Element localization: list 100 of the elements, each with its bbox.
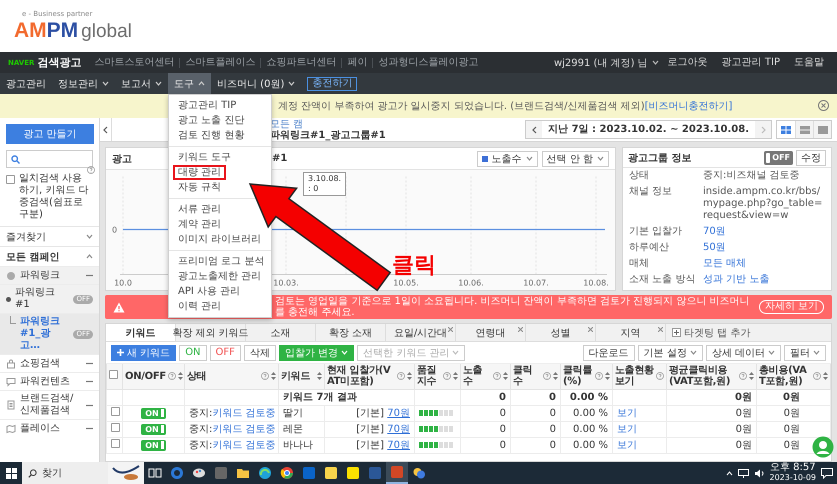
bid-link[interactable]: 70원 <box>387 408 410 419</box>
close-icon[interactable] <box>818 100 829 111</box>
toolbar-button[interactable]: 기본 설정 <box>638 344 703 360</box>
browser-icon[interactable] <box>258 466 272 480</box>
new-keyword-button[interactable]: 새 키워드 <box>111 344 176 360</box>
close-icon[interactable] <box>588 327 593 332</box>
charge-button[interactable]: 충전하기 <box>307 76 358 90</box>
chevron-right-icon <box>760 126 766 134</box>
toggle-switch[interactable]: OFF <box>764 150 793 164</box>
status-link[interactable]: 키워드 검토중 <box>212 408 276 419</box>
nav-menu[interactable]: 보고서 <box>115 73 168 94</box>
bid-link[interactable]: 70원 <box>387 440 410 451</box>
minus-icon[interactable] <box>86 360 93 367</box>
windows-logo-icon[interactable] <box>6 468 16 478</box>
account-name[interactable]: wj2991 (내 계정) 님 <box>554 56 648 70</box>
menu-item[interactable]: 계약 관리 <box>173 217 226 232</box>
menu-item[interactable]: 대량 관리 <box>173 165 226 180</box>
favorites-header[interactable]: 즐겨찾기 <box>0 226 99 246</box>
nav-menu[interactable]: 도구 <box>168 73 211 94</box>
menu-item[interactable]: 서류 관리 <box>173 202 226 217</box>
breadcrumb-link[interactable]: 모든 캠 <box>270 118 386 130</box>
browser-icon[interactable] <box>280 466 294 480</box>
campaign-type-item[interactable]: 쇼핑검색 <box>0 354 99 372</box>
campaign-type-item[interactable]: 플레이스 <box>0 419 99 437</box>
view-toggle[interactable] <box>795 121 813 138</box>
task-view-icon[interactable] <box>148 466 162 480</box>
toolbar-button[interactable]: 다운로드 <box>582 344 635 360</box>
account-link[interactable]: 로그아웃 <box>662 58 713 68</box>
speaker-icon[interactable] <box>754 468 764 478</box>
close-icon[interactable] <box>658 327 663 332</box>
field-link[interactable]: 70원 <box>703 226 825 238</box>
nav-menu[interactable]: 광고관리 <box>0 73 52 94</box>
summary-label: 키워드 7개 결과 <box>283 392 357 403</box>
close-icon[interactable] <box>448 327 453 332</box>
account-link[interactable]: 도움말 <box>789 58 829 68</box>
metric-select[interactable]: 노출수 <box>476 150 538 166</box>
menu-item[interactable]: 광고노출제한 관리 <box>173 269 266 284</box>
campaign-type-item[interactable]: 파워링크 <box>0 266 99 284</box>
tab[interactable]: 성별 <box>526 324 596 341</box>
search-field[interactable] <box>6 150 93 168</box>
top-link[interactable]: 페이 <box>341 58 372 68</box>
taskbar-clock[interactable]: 오후 8:57 2023-10-09 <box>770 463 816 483</box>
chevron-up-icon[interactable] <box>726 470 732 476</box>
add-tab-button[interactable]: 타겟팅 탭 추가 <box>666 324 756 341</box>
network-icon[interactable] <box>738 468 748 478</box>
field-label: 소재 노출 방식 <box>629 274 696 286</box>
date-range-picker[interactable]: 지난 7일 : 2023.10.02. ~ 2023.10.08. <box>525 120 772 139</box>
create-ad-button[interactable]: 광고 만들기 <box>6 124 94 144</box>
compare-select[interactable]: 선택 안 함 <box>542 150 609 166</box>
view-toggle[interactable] <box>813 121 831 138</box>
checkbox[interactable] <box>111 407 120 416</box>
minus-icon[interactable] <box>86 378 93 385</box>
campaign-type-item[interactable]: 파워컨텐츠 <box>0 372 99 390</box>
table-cell: 0원 <box>666 389 756 405</box>
toolbar-button[interactable]: 삭제 <box>244 344 276 360</box>
close-icon[interactable] <box>518 327 523 332</box>
top-link[interactable]: 쇼핑파트너센터 <box>260 58 342 68</box>
toolbar-button[interactable]: OFF <box>210 344 241 360</box>
toolbar-button[interactable]: 필터 <box>784 344 826 360</box>
field-link[interactable]: 성과 기반 노출 <box>703 274 825 286</box>
edit-button[interactable]: 수정 <box>796 150 826 166</box>
tab[interactable]: 확장 소재 <box>316 324 386 341</box>
tab[interactable]: 요일/시간대 <box>386 324 456 341</box>
bid-link[interactable]: 70원 <box>387 424 410 435</box>
menu-item[interactable]: API 사용 관리 <box>173 284 246 299</box>
chat-avatar-icon[interactable] <box>812 436 834 458</box>
menu-item[interactable]: 키워드 도구 <box>173 150 236 165</box>
menu-item[interactable]: 자동 규칙 <box>173 180 226 195</box>
menu-item[interactable]: 이미지 라이브러리 <box>173 232 266 247</box>
status-link[interactable]: 키워드 검토중 <box>212 424 276 435</box>
checkbox[interactable] <box>111 423 120 432</box>
folder-icon[interactable] <box>236 466 250 480</box>
tab[interactable]: 지역 <box>596 324 666 341</box>
notice-link[interactable]: [비즈머니충전하기] <box>644 100 732 112</box>
checkbox[interactable] <box>111 439 120 448</box>
minus-icon[interactable] <box>86 425 93 432</box>
menu-item[interactable]: 검토 진행 현황 <box>173 128 250 143</box>
account-link[interactable]: 광고관리 TIP <box>716 58 785 68</box>
app-icon[interactable] <box>412 466 426 480</box>
top-link[interactable]: 스마트스토어센터 <box>89 58 180 68</box>
menu-item[interactable]: 이력 관리 <box>173 299 226 314</box>
top-link[interactable]: 스마트플레이스 <box>179 58 260 68</box>
toolbar-button[interactable]: 상세 데이터 <box>706 344 781 360</box>
field-link[interactable]: 모든 매체 <box>703 258 825 270</box>
taskbar-search-field[interactable]: 찾기 <box>22 462 108 484</box>
status-link[interactable]: 키워드 검토중 <box>212 440 276 451</box>
palette-icon[interactable] <box>192 466 206 480</box>
top-link[interactable]: 성과형디스플레이광고 <box>372 58 484 68</box>
notification-icon[interactable] <box>821 468 833 478</box>
menu-item[interactable]: 프리미엄 로그 분석 <box>173 254 270 269</box>
checkbox[interactable] <box>6 175 15 184</box>
nav-menu[interactable]: 정보관리 <box>52 73 115 94</box>
minus-icon[interactable] <box>86 272 93 279</box>
nav-menu[interactable]: 비즈머니 (0원) <box>211 73 302 94</box>
checkbox[interactable] <box>109 370 118 380</box>
campaign-type-item[interactable]: 브랜드검색/신제품검색 <box>0 390 99 419</box>
field-link[interactable]: 50원 <box>703 242 825 254</box>
menu-item[interactable]: 광고 노출 진단 <box>173 113 250 128</box>
tab[interactable]: 연령대 <box>456 324 526 341</box>
menu-item[interactable]: 광고관리 TIP <box>173 98 242 113</box>
